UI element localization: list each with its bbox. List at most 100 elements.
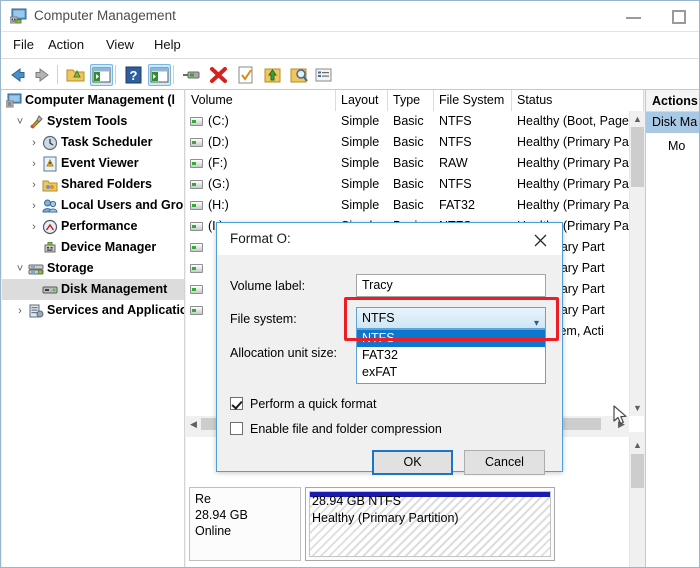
- tree-expander[interactable]: ˅: [14, 116, 26, 128]
- column-header-type[interactable]: Type: [388, 90, 434, 111]
- quick-format-label[interactable]: Perform a quick format: [250, 397, 376, 411]
- properties-icon[interactable]: [235, 65, 256, 85]
- tree-item-storage[interactable]: ˅ Storage: [2, 258, 185, 279]
- tree-expander[interactable]: ›: [28, 137, 40, 149]
- file-system-dropdown-list[interactable]: NTFS FAT32 exFAT: [356, 329, 546, 384]
- menu-file[interactable]: File: [11, 37, 36, 55]
- menu-help[interactable]: Help: [152, 37, 183, 55]
- close-icon: [534, 234, 547, 247]
- users-icon: [42, 198, 58, 214]
- compression-checkbox[interactable]: [230, 422, 243, 435]
- export-icon[interactable]: [262, 65, 283, 85]
- delete-icon[interactable]: [208, 65, 229, 85]
- help-icon[interactable]: ?: [123, 65, 144, 85]
- cell-volume: (F:): [208, 153, 336, 174]
- tree-item-services-and-applications[interactable]: › Services and Applicatio: [2, 300, 185, 321]
- rescan-icon[interactable]: [289, 65, 310, 85]
- scroll-up-icon[interactable]: ▲: [630, 440, 644, 450]
- disk-status: Online: [195, 523, 295, 539]
- partition-info: 28.94 GB NTFS Healthy (Primary Partition…: [312, 493, 459, 527]
- storage-icon: [28, 261, 44, 277]
- volume-icon: [190, 138, 203, 147]
- volume-icon: [190, 117, 203, 126]
- cell-status: Healthy (Primary Part: [517, 132, 629, 153]
- list-view-icon[interactable]: [313, 65, 334, 85]
- volume-icon: [190, 159, 203, 168]
- ok-button[interactable]: OK: [372, 450, 453, 475]
- dropdown-option-ntfs[interactable]: NTFS: [357, 330, 545, 347]
- show-action-pane-icon[interactable]: [148, 64, 171, 86]
- tree-item-device-manager[interactable]: Device Manager: [2, 237, 185, 258]
- tree-expander[interactable]: ›: [28, 200, 40, 212]
- table-row[interactable]: (C:) Simple Basic NTFS Healthy (Boot, Pa…: [186, 111, 629, 132]
- tree-expander[interactable]: ›: [28, 158, 40, 170]
- cell-type: Basic: [393, 174, 437, 195]
- scroll-down-icon[interactable]: ▼: [630, 403, 644, 413]
- scrollbar-thumb[interactable]: [631, 454, 644, 488]
- maximize-button[interactable]: [656, 1, 700, 32]
- tree-expander[interactable]: ›: [14, 305, 26, 317]
- menu-action[interactable]: Action: [46, 37, 86, 55]
- cell-status: Healthy (Primary Part: [517, 195, 629, 216]
- column-header-status[interactable]: Status: [512, 90, 644, 111]
- connect-icon[interactable]: [181, 65, 202, 85]
- computer-icon: [6, 93, 22, 109]
- up-folder-icon[interactable]: [65, 65, 86, 85]
- tree-item-computer-management[interactable]: Computer Management (l: [2, 90, 185, 111]
- volume-label-input[interactable]: Tracy: [356, 274, 546, 297]
- minimize-button[interactable]: [611, 1, 656, 32]
- event-icon: [42, 156, 58, 172]
- tree-item-disk-management[interactable]: Disk Management: [2, 279, 185, 300]
- cell-status: Healthy (Boot, Page F: [517, 111, 629, 132]
- column-header-layout[interactable]: Layout: [336, 90, 388, 111]
- volume-icon: [190, 222, 203, 231]
- dropdown-option-exfat[interactable]: exFAT: [357, 364, 545, 381]
- toolbar-separator: [57, 65, 58, 84]
- menu-view[interactable]: View: [104, 37, 136, 55]
- scroll-up-icon[interactable]: ▲: [630, 114, 644, 124]
- tree-item-system-tools[interactable]: ˅ System Tools: [2, 111, 185, 132]
- quick-format-checkbox[interactable]: [230, 397, 243, 410]
- tree-expander[interactable]: ›: [28, 179, 40, 191]
- tree-item-event-viewer[interactable]: › Event Viewer: [2, 153, 185, 174]
- volume-list-vertical-scrollbar[interactable]: ▲ ▼: [629, 111, 644, 416]
- toolbar-separator: [115, 65, 116, 84]
- tree-expander[interactable]: ˅: [14, 263, 26, 275]
- table-row[interactable]: (H:) Simple Basic FAT32 Healthy (Primary…: [186, 195, 629, 216]
- cell-type: Basic: [393, 153, 437, 174]
- tree-item-local-users-and-groups[interactable]: › Local Users and Gro: [2, 195, 185, 216]
- shared-folder-icon: [42, 177, 58, 193]
- disk-partition-block[interactable]: 28.94 GB NTFS Healthy (Primary Partition…: [305, 487, 555, 561]
- back-icon[interactable]: [7, 65, 28, 85]
- tree-item-label: Device Manager: [61, 240, 156, 255]
- volume-icon: [190, 180, 203, 189]
- column-header-file-system[interactable]: File System: [434, 90, 512, 111]
- cell-layout: Simple: [341, 153, 391, 174]
- table-row[interactable]: (G:) Simple Basic NTFS Healthy (Primary …: [186, 174, 629, 195]
- scrollbar-thumb[interactable]: [631, 127, 644, 187]
- disk-info-box[interactable]: Re 28.94 GB Online: [189, 487, 301, 561]
- tree-item-label: Event Viewer: [61, 156, 139, 171]
- tree-item-shared-folders[interactable]: › Shared Folders: [2, 174, 185, 195]
- disk-management-icon: [42, 282, 58, 298]
- dropdown-option-fat32[interactable]: FAT32: [357, 347, 545, 364]
- cell-layout: Simple: [341, 174, 391, 195]
- scroll-left-icon[interactable]: ◀: [188, 419, 199, 430]
- file-system-combobox[interactable]: NTFS ▾: [356, 307, 546, 329]
- tree-item-performance[interactable]: › Performance: [2, 216, 185, 237]
- cell-status: Healthy (Primary Part: [517, 153, 629, 174]
- forward-icon[interactable]: [32, 65, 53, 85]
- actions-item-more[interactable]: Mo: [646, 136, 700, 156]
- tree-expander[interactable]: ›: [28, 221, 40, 233]
- table-row[interactable]: (F:) Simple Basic RAW Healthy (Primary P…: [186, 153, 629, 174]
- tree-item-task-scheduler[interactable]: › Task Scheduler: [2, 132, 185, 153]
- column-header-volume[interactable]: Volume: [186, 90, 336, 111]
- table-row[interactable]: (D:) Simple Basic NTFS Healthy (Primary …: [186, 132, 629, 153]
- disk-view-vertical-scrollbar[interactable]: ▲ ▼: [629, 437, 644, 568]
- dialog-close-button[interactable]: [519, 223, 562, 255]
- show-hide-tree-icon[interactable]: [90, 64, 113, 86]
- cancel-button[interactable]: Cancel: [464, 450, 545, 475]
- partition-status: Healthy (Primary Partition): [312, 510, 459, 527]
- compression-label[interactable]: Enable file and folder compression: [250, 422, 442, 436]
- actions-group-header[interactable]: Disk Ma: [646, 112, 700, 133]
